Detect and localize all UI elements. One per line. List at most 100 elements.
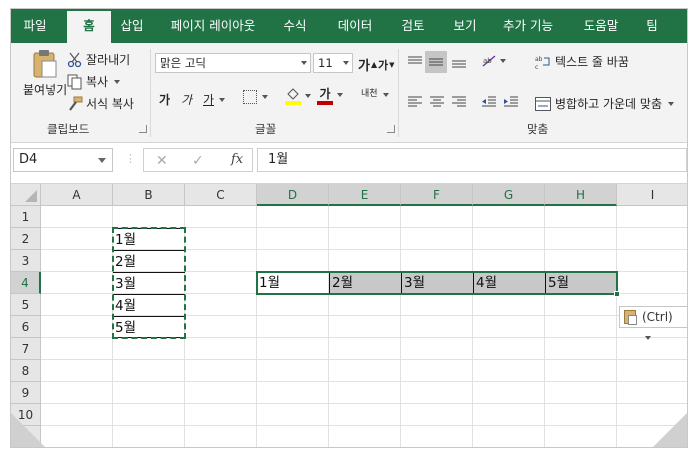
font-color-button[interactable]: 가 — [317, 87, 333, 105]
copy-button[interactable]: 복사 — [67, 73, 121, 90]
tab-file[interactable]: 파일 — [11, 9, 59, 43]
align-right-button[interactable] — [451, 95, 467, 109]
tab-page-layout[interactable]: 페이지 레이아웃 — [163, 9, 263, 43]
align-middle-button[interactable] — [425, 51, 447, 73]
row-header-7[interactable]: 7 — [11, 338, 41, 360]
fill-color-button[interactable] — [285, 87, 311, 105]
font-launcher-icon[interactable] — [387, 125, 395, 133]
borders-dropdown-icon[interactable] — [262, 95, 268, 99]
paste-icon — [32, 49, 58, 79]
wrap-text-icon: ab c — [535, 54, 551, 71]
font-group-label: 글꼴 — [255, 122, 277, 136]
copy-marquee — [112, 227, 186, 339]
tab-add-ins[interactable]: 추가 기능 — [495, 9, 561, 43]
svg-text:ab: ab — [535, 56, 543, 63]
row-header-9[interactable]: 9 — [11, 382, 41, 404]
tab-data[interactable]: 데이터 — [327, 9, 383, 43]
shrink-font-icon: ▼ — [389, 61, 395, 69]
svg-text:ab: ab — [483, 57, 492, 65]
font-color-swatch — [317, 101, 333, 105]
column-header-e[interactable]: E — [329, 184, 401, 206]
paste-options-button[interactable]: (Ctrl) — [619, 306, 687, 340]
cut-button[interactable]: 잘라내기 — [67, 51, 130, 68]
insert-function-icon[interactable]: fx — [231, 152, 243, 167]
gridline — [41, 425, 687, 426]
underline-dropdown-icon[interactable] — [219, 97, 226, 102]
fill-color-dropdown-icon[interactable] — [305, 94, 311, 98]
orientation-dropdown-icon[interactable] — [500, 59, 506, 63]
orientation-button[interactable]: ab — [481, 53, 506, 69]
svg-text:c: c — [535, 64, 538, 70]
row-header-5[interactable]: 5 — [11, 294, 41, 316]
grow-font-button[interactable]: 가 ▲ — [358, 55, 377, 74]
font-size-dropdown-icon — [343, 61, 349, 65]
gridline — [400, 206, 401, 447]
decrease-indent-button[interactable] — [481, 95, 497, 109]
merge-center-icon — [535, 96, 551, 111]
fill-handle[interactable] — [614, 291, 620, 297]
align-bottom-button[interactable] — [451, 55, 467, 69]
tab-team[interactable]: 팀 — [637, 9, 667, 43]
font-size-value: 11 — [318, 56, 333, 70]
column-header-f[interactable]: F — [401, 184, 473, 206]
row-header-3[interactable]: 3 — [11, 250, 41, 272]
column-header-i[interactable]: I — [617, 184, 687, 206]
phonetic-button[interactable]: 내천 — [361, 89, 379, 99]
format-painter-button[interactable]: 서식 복사 — [67, 95, 134, 112]
underline-button[interactable]: 가 — [203, 91, 226, 108]
tab-help[interactable]: 도움말 — [573, 9, 629, 43]
cancel-icon[interactable]: ✕ — [156, 153, 168, 169]
column-header-b[interactable]: B — [113, 184, 185, 206]
align-bottom-icon — [451, 55, 467, 69]
align-center-icon — [429, 95, 445, 109]
formula-bar-grip-icon: ⋮ — [125, 152, 136, 165]
font-size-select[interactable]: 11 — [313, 53, 353, 73]
row-header-4[interactable]: 4 — [11, 272, 41, 294]
formula-buttons: ✕ ✓ fx — [143, 148, 253, 172]
italic-button[interactable]: 가 — [181, 91, 192, 108]
tab-home[interactable]: 홈 — [67, 11, 111, 43]
phonetic-dropdown-icon[interactable] — [383, 93, 389, 97]
wrap-text-button[interactable]: ab c 텍스트 줄 바꿈 — [535, 53, 629, 71]
page-curl-decoration — [653, 413, 687, 447]
font-name-select[interactable]: 맑은 고딕 — [155, 53, 311, 73]
column-header-h[interactable]: H — [545, 184, 617, 206]
row-header-2[interactable]: 2 — [11, 228, 41, 250]
row-header-1[interactable]: 1 — [11, 206, 41, 228]
tab-review[interactable]: 검토 — [391, 9, 435, 43]
enter-icon[interactable]: ✓ — [192, 153, 204, 169]
clipboard-launcher-icon[interactable] — [139, 125, 147, 133]
copy-dropdown-icon[interactable] — [114, 79, 121, 84]
gridline — [41, 403, 687, 404]
grow-font-label: 가 — [358, 59, 370, 74]
align-left-button[interactable] — [407, 95, 423, 109]
align-top-button[interactable] — [407, 55, 423, 69]
merge-dropdown-icon[interactable] — [668, 101, 674, 106]
name-box[interactable]: D4 — [13, 148, 113, 172]
tab-insert[interactable]: 삽입 — [111, 9, 153, 43]
align-center-button[interactable] — [429, 95, 445, 109]
column-header-a[interactable]: A — [41, 184, 113, 206]
row-header-8[interactable]: 8 — [11, 360, 41, 382]
column-header-g[interactable]: G — [473, 184, 545, 206]
row-header-6[interactable]: 6 — [11, 316, 41, 338]
worksheet-grid: A B C D E F G H I 1 2 3 4 5 6 7 8 9 10 1… — [11, 184, 687, 447]
paste-button[interactable]: 붙여넣기 — [23, 49, 67, 98]
decrease-indent-icon — [481, 95, 497, 109]
gridline — [41, 381, 687, 382]
column-header-c[interactable]: C — [185, 184, 257, 206]
gridline — [472, 206, 473, 447]
name-box-dropdown-icon — [98, 158, 106, 163]
tab-view[interactable]: 보기 — [443, 9, 487, 43]
tab-formulas[interactable]: 수식 — [273, 9, 317, 43]
select-all-button[interactable] — [11, 184, 41, 206]
column-header-d[interactable]: D — [257, 184, 329, 206]
copy-icon — [67, 74, 83, 90]
increase-indent-button[interactable] — [503, 95, 519, 109]
shrink-font-button[interactable]: 가 ▼ — [378, 57, 395, 73]
merge-center-button[interactable]: 병합하고 가운데 맞춤 — [535, 95, 674, 112]
formula-input[interactable]: 1월 — [257, 148, 687, 172]
bold-button[interactable]: 가 — [159, 91, 170, 108]
font-color-dropdown-icon[interactable] — [337, 93, 343, 97]
borders-button[interactable] — [243, 90, 268, 104]
